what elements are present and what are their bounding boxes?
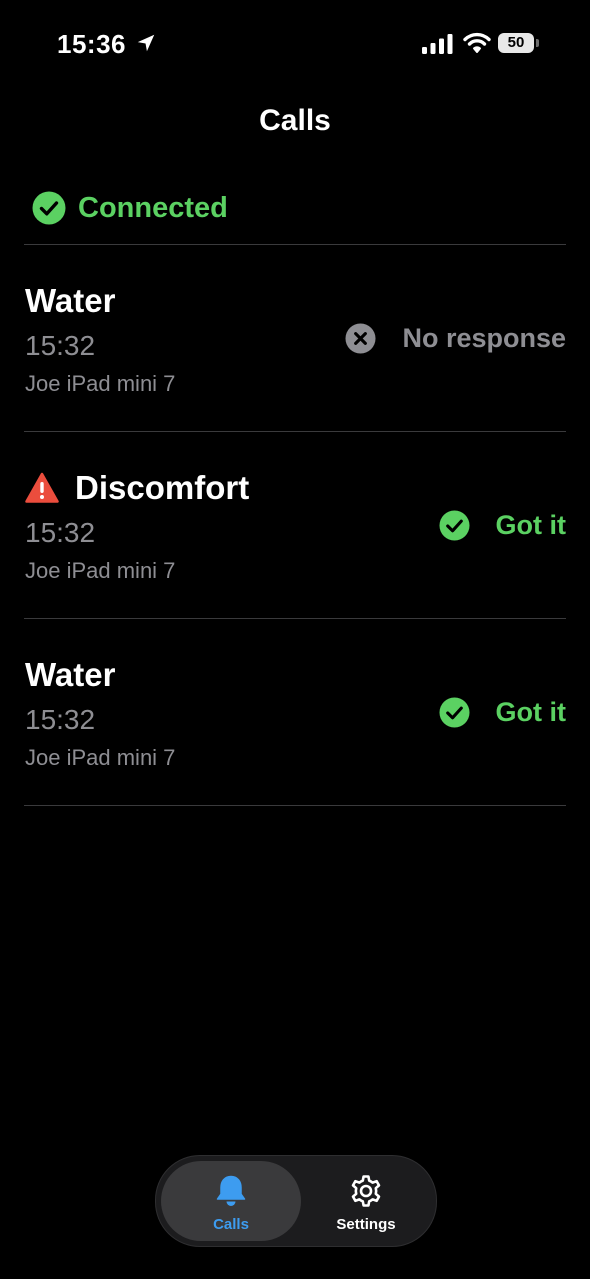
call-title-line: Water (25, 281, 115, 321)
call-time: 15:32 (25, 704, 96, 735)
divider (24, 805, 566, 806)
call-status: Got it (439, 695, 566, 729)
bell-icon (216, 1175, 246, 1206)
wifi-icon (463, 32, 491, 53)
call-title: Discomfort (75, 469, 250, 506)
battery-indicator: 50 (498, 33, 534, 53)
check-circle-icon (439, 509, 470, 541)
call-status-label: Got it (495, 696, 566, 727)
status-time: 15:36 (57, 29, 126, 59)
check-circle-icon (32, 191, 66, 225)
call-time: 15:32 (25, 330, 96, 361)
call-device: Joe iPad mini 7 (25, 558, 176, 583)
call-title: Water (25, 282, 116, 319)
call-title-line: Discomfort (25, 468, 249, 508)
connection-status: Connected (32, 190, 228, 226)
call-status-label: No response (402, 322, 566, 353)
check-circle-icon (439, 696, 470, 728)
call-status-label: Got it (495, 509, 566, 540)
call-status: No response (345, 321, 566, 355)
x-circle-icon (345, 322, 376, 354)
tab-label: Calls (213, 1216, 249, 1233)
call-status: Got it (439, 508, 566, 542)
tab-label: Settings (336, 1216, 396, 1233)
location-arrow-icon (137, 34, 155, 52)
battery-nub (536, 39, 539, 47)
call-device: Joe iPad mini 7 (25, 745, 176, 770)
call-row[interactable]: Discomfort 15:32 Joe iPad mini 7 Got it (24, 432, 566, 618)
tab-settings[interactable]: Settings (296, 1161, 436, 1241)
connection-label: Connected (78, 191, 228, 224)
call-row[interactable]: Water 15:32 Joe iPad mini 7 Got it (24, 619, 566, 805)
tab-calls[interactable]: Calls (161, 1161, 301, 1241)
gear-icon (351, 1175, 381, 1207)
warning-triangle-icon (25, 472, 59, 503)
cellular-signal-icon (422, 34, 453, 54)
tab-bar: Calls Settings (155, 1155, 437, 1247)
status-bar: 15:36 50 (0, 0, 590, 90)
call-device: Joe iPad mini 7 (25, 371, 176, 396)
page-title: Calls (259, 104, 331, 137)
call-row[interactable]: Water 15:32 Joe iPad mini 7 No response (24, 245, 566, 431)
call-title-line: Water (25, 655, 115, 695)
call-time: 15:32 (25, 517, 96, 548)
call-title: Water (25, 656, 116, 693)
